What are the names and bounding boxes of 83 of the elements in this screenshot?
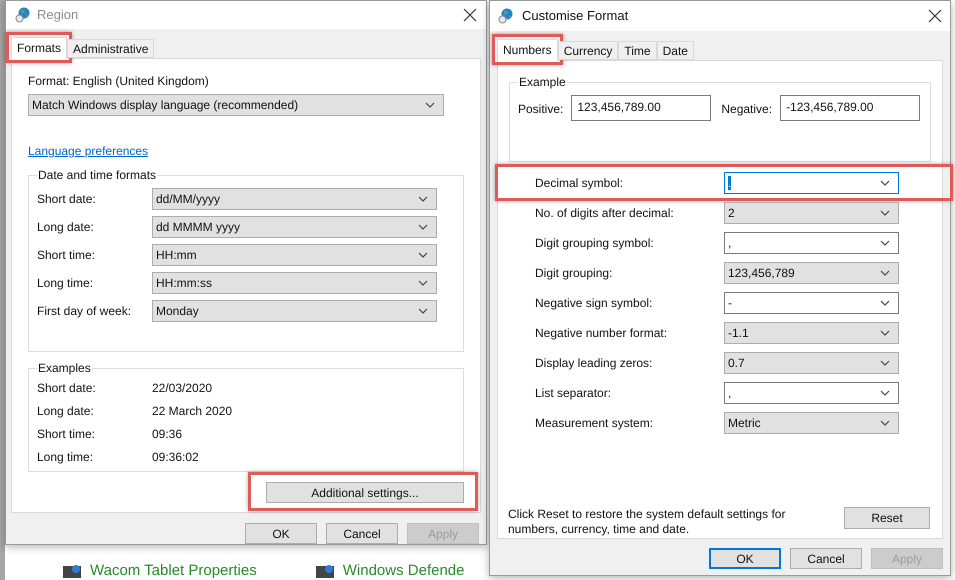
window-title: Region <box>37 6 78 24</box>
field-label: Negative number format: <box>535 325 668 342</box>
group-title: Example <box>518 74 567 90</box>
additional-settings-button[interactable]: Additional settings... <box>266 482 464 503</box>
app-icon <box>62 563 82 580</box>
reset-note: Click Reset to restore the system default settings for numbers, currency, time and date. <box>508 507 786 537</box>
field-label: Decimal symbol: <box>535 175 624 192</box>
dropdown[interactable]: HH:mm <box>152 244 437 266</box>
positive-example-field: 123,456,789.00 <box>571 95 712 121</box>
dropdown[interactable]: - <box>724 292 899 314</box>
field-label: Display leading zeros: <box>535 355 654 372</box>
example-value: 22/03/2020 <box>152 380 212 396</box>
dropdown[interactable]: 0.7 <box>724 352 899 374</box>
reset-button[interactable]: Reset <box>844 507 930 529</box>
chevron-down-icon <box>425 102 435 108</box>
field-label: List separator: <box>535 385 612 402</box>
dropdown[interactable]: . <box>724 172 899 194</box>
tab[interactable]: Time <box>618 41 657 60</box>
chevron-down-icon <box>880 210 890 216</box>
tab[interactable]: Date <box>656 41 694 60</box>
negative-example-field: -123,456,789.00 <box>780 95 920 121</box>
close-icon[interactable] <box>928 9 942 23</box>
dropdown[interactable]: Monday <box>152 300 437 322</box>
language-preferences-link[interactable]: Language preferences <box>28 142 148 160</box>
chevron-down-icon <box>418 224 428 230</box>
dropdown[interactable]: dd/MM/yyyy <box>152 188 437 210</box>
dialog-button[interactable]: OK <box>709 548 781 569</box>
chevron-down-icon <box>418 280 428 286</box>
tab[interactable]: Formats <box>11 37 68 59</box>
control-panel-item[interactable]: Wacom Tablet Properties <box>90 560 257 580</box>
chevron-down-icon <box>418 252 428 258</box>
dialog-button[interactable]: OK <box>245 523 317 544</box>
field-label: Long time: <box>37 275 94 292</box>
dropdown[interactable]: , <box>724 232 899 254</box>
field-label: Short date: <box>37 191 97 208</box>
globe-clock-icon <box>498 8 514 24</box>
control-panel-item[interactable]: Windows Defende <box>342 560 464 580</box>
window-title: Customise Format <box>522 7 628 26</box>
chevron-down-icon <box>880 180 890 186</box>
example-value: 09:36:02 <box>152 448 199 466</box>
chevron-down-icon <box>418 196 428 202</box>
dialog-button[interactable]: Cancel <box>790 548 862 569</box>
app-icon <box>314 563 335 580</box>
chevron-down-icon <box>880 270 890 276</box>
chevron-down-icon <box>880 420 890 426</box>
example-label: Long time: <box>37 448 94 466</box>
dropdown[interactable]: HH:mm:ss <box>152 272 437 294</box>
field-label: First day of week: <box>37 303 132 320</box>
example-label: Short date: <box>37 380 97 396</box>
field-label: Long date: <box>37 219 95 236</box>
chevron-down-icon <box>880 240 890 246</box>
example-value: 22 March 2020 <box>152 402 232 420</box>
example-value: 09:36 <box>152 426 182 442</box>
example-label: Long date: <box>37 402 95 420</box>
positive-label: Positive: <box>518 101 564 118</box>
field-label: No. of digits after decimal: <box>535 205 675 222</box>
field-label: Digit grouping: <box>535 265 614 282</box>
group-title: Examples <box>37 360 92 376</box>
field-label: Digit grouping symbol: <box>535 235 655 252</box>
close-icon[interactable] <box>463 8 477 22</box>
tab[interactable]: Currency <box>558 41 618 60</box>
negative-label: Negative: <box>721 101 772 118</box>
chevron-down-icon <box>880 330 890 336</box>
field-label: Short time: <box>37 247 96 264</box>
tab[interactable]: Administrative <box>67 39 154 58</box>
chevron-down-icon <box>880 300 890 306</box>
field-label: Negative sign symbol: <box>535 295 654 312</box>
dropdown[interactable]: 123,456,789 <box>724 262 899 284</box>
dropdown[interactable]: Match Windows display language (recommended) <box>28 94 444 116</box>
dropdown[interactable]: dd MMMM yyyy <box>152 216 437 238</box>
globe-clock-icon <box>15 7 31 23</box>
chevron-down-icon <box>418 308 428 314</box>
chevron-down-icon <box>880 390 890 396</box>
example-label: Short time: <box>37 426 96 442</box>
dropdown[interactable]: -1.1 <box>724 322 899 344</box>
dropdown[interactable]: 2 <box>724 202 899 224</box>
dropdown[interactable]: Metric <box>724 412 899 434</box>
chevron-down-icon <box>880 360 890 366</box>
format-label: Format: English (United Kingdom) <box>28 73 210 90</box>
dialog-button[interactable]: Cancel <box>326 523 398 544</box>
tab[interactable]: Numbers <box>497 39 558 61</box>
field-label: Measurement system: <box>535 415 654 432</box>
dropdown[interactable]: , <box>724 382 899 404</box>
